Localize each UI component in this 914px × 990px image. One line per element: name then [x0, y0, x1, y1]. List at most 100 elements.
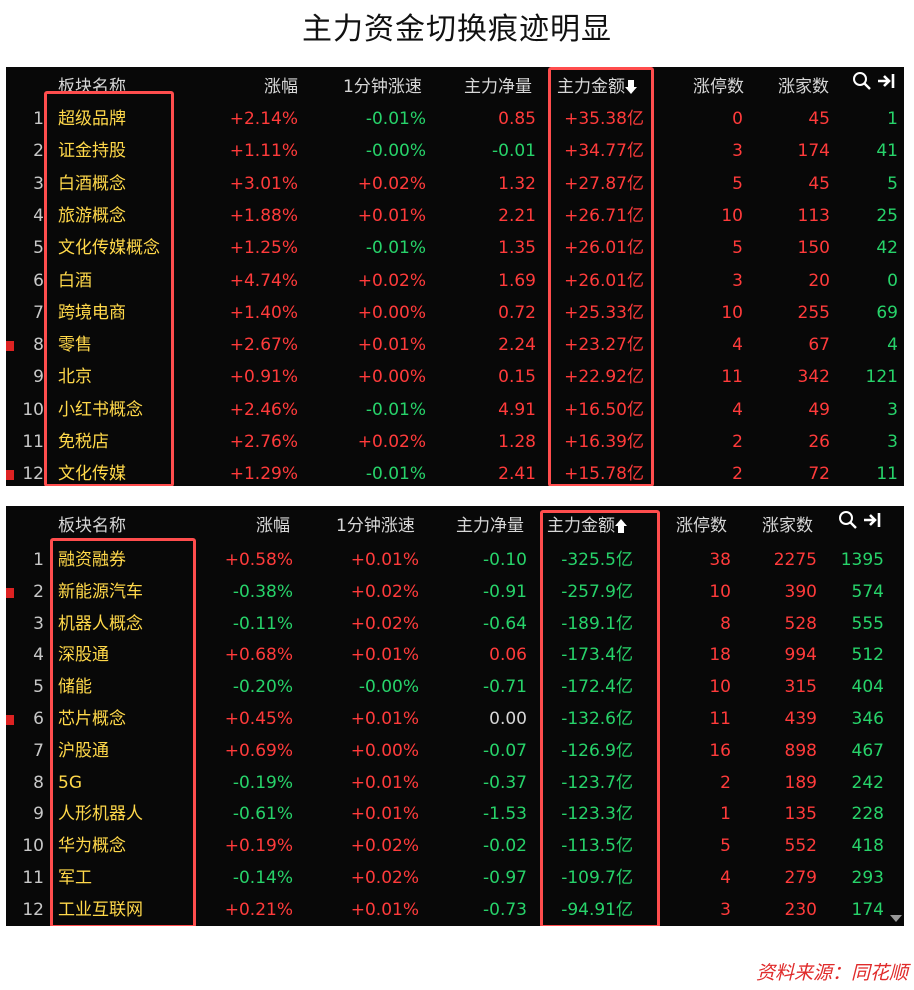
row-index: 5 — [33, 677, 44, 698]
row-index: 1 — [33, 550, 44, 570]
row-index: 12 — [22, 899, 44, 920]
sector-name: 人形机器人 — [58, 804, 143, 825]
header-main-amount[interactable]: 主力金额 — [547, 511, 627, 536]
limit-up-count: 4 — [732, 399, 743, 420]
header-rising[interactable]: 涨家数 — [762, 511, 813, 536]
table-row[interactable]: 12 工业互联网 +0.21% +0.01% -0.73 -94.91亿 3 230 174 — [6, 894, 904, 926]
table-row[interactable]: 2 新能源汽车 -0.38% +0.02% -0.91 -257.9亿 10 390 574 — [6, 576, 904, 608]
sort-up-icon — [615, 519, 627, 533]
table-row[interactable]: 3 机器人概念 -0.11% +0.02% -0.64 -189.1亿 8 528 555 — [6, 608, 904, 640]
speed-value: +0.01% — [357, 205, 426, 226]
limit-up-count: 5 — [732, 238, 743, 259]
table-row[interactable]: 8 5G -0.19% +0.01% -0.37 -123.7亿 2 189 242 — [6, 767, 904, 799]
header-speed[interactable]: 1分钟涨速 — [343, 72, 422, 97]
table-row[interactable]: 12 文化传媒 +1.29% -0.01% 2.41 +15.78亿 2 72 11 — [6, 458, 904, 486]
change-value: -0.19% — [232, 772, 293, 793]
sector-name: 文化传媒 — [58, 464, 126, 485]
change-value: -0.61% — [232, 804, 293, 825]
table-row[interactable]: 8 零售 +2.67% +0.01% 2.24 +23.27亿 4 67 4 — [6, 329, 904, 361]
rising-count: 528 — [784, 613, 817, 634]
main-amount-value: -123.3亿 — [561, 804, 633, 825]
header-change[interactable]: 涨幅 — [256, 511, 290, 536]
limit-up-count: 11 — [721, 367, 743, 388]
table-row[interactable]: 2 证金持股 +1.11% -0.00% -0.01 +34.77亿 3 174 41 — [6, 135, 904, 167]
table-row[interactable]: 11 军工 -0.14% +0.02% -0.97 -109.7亿 4 279 293 — [6, 862, 904, 894]
table-row[interactable]: 4 深股通 +0.68% +0.01% 0.06 -173.4亿 18 994 512 — [6, 639, 904, 671]
header-sector-name[interactable]: 板块名称 — [58, 511, 126, 536]
table-row[interactable]: 6 白酒 +4.74% +0.02% 1.69 +26.01亿 3 20 0 — [6, 265, 904, 297]
main-amount-value: -94.91亿 — [561, 899, 633, 920]
speed-value: -0.00% — [365, 141, 426, 162]
main-amount-value: -126.9亿 — [561, 740, 633, 761]
header-limit-up[interactable]: 涨停数 — [693, 72, 744, 97]
header-main-amount[interactable]: 主力金额 — [557, 72, 637, 97]
falling-count: 25 — [876, 205, 898, 226]
table-row[interactable]: 9 北京 +0.91% +0.00% 0.15 +22.92亿 11 342 121 — [6, 361, 904, 393]
search-icon[interactable] — [838, 510, 858, 530]
speed-value: +0.00% — [357, 367, 426, 388]
main-net-value: -0.07 — [483, 740, 527, 761]
header-change[interactable]: 涨幅 — [264, 72, 298, 97]
rising-count: 113 — [797, 205, 830, 226]
main-amount-value: +26.01亿 — [564, 238, 644, 259]
expand-columns-icon[interactable] — [876, 71, 896, 91]
row-index: 5 — [33, 238, 44, 259]
limit-up-count: 3 — [732, 141, 743, 162]
table-row[interactable]: 9 人形机器人 -0.61% +0.01% -1.53 -123.3亿 1 135 228 — [6, 798, 904, 830]
table-header: 板块名称 涨幅 1分钟涨速 主力净量 主力金额 涨停数 涨家数 — [6, 506, 904, 536]
limit-up-count: 16 — [709, 740, 731, 761]
table-row[interactable]: 3 白酒概念 +3.01% +0.02% 1.32 +27.87亿 5 45 5 — [6, 168, 904, 200]
limit-up-count: 2 — [720, 772, 731, 793]
limit-up-count: 10 — [721, 302, 743, 323]
main-net-value: 0.85 — [498, 109, 536, 129]
rising-count: 439 — [784, 709, 817, 729]
table-row[interactable]: 1 融资融券 +0.58% +0.01% -0.10 -325.5亿 38 2275 1395 — [6, 544, 904, 576]
rising-count: 45 — [808, 173, 830, 194]
sector-name: 北京 — [58, 367, 92, 388]
header-sector-name[interactable]: 板块名称 — [58, 72, 126, 97]
sector-name: 超级品牌 — [58, 109, 126, 129]
table-row[interactable]: 10 小红书概念 +2.46% -0.01% 4.91 +16.50亿 4 49 3 — [6, 394, 904, 426]
rising-count: 45 — [808, 109, 830, 129]
header-main-net[interactable]: 主力净量 — [456, 511, 524, 536]
main-amount-value: -123.7亿 — [561, 772, 633, 793]
search-icon[interactable] — [852, 71, 872, 91]
table-row[interactable]: 5 储能 -0.20% -0.00% -0.71 -172.4亿 10 315 404 — [6, 671, 904, 703]
table-row[interactable]: 10 华为概念 +0.19% +0.02% -0.02 -113.5亿 5 552 418 — [6, 830, 904, 862]
table-row[interactable]: 7 沪股通 +0.69% +0.00% -0.07 -126.9亿 16 898 467 — [6, 735, 904, 767]
page-title: 主力资金切换痕迹明显 — [302, 12, 612, 47]
limit-up-count: 18 — [709, 645, 731, 666]
row-index: 8 — [33, 335, 44, 356]
rising-count: 72 — [808, 464, 830, 485]
main-net-value: -0.91 — [483, 581, 527, 602]
header-main-net[interactable]: 主力净量 — [464, 72, 532, 97]
rising-count: 255 — [797, 302, 830, 323]
header-speed[interactable]: 1分钟涨速 — [336, 511, 415, 536]
falling-count: 555 — [851, 613, 884, 634]
sector-name: 工业互联网 — [58, 899, 143, 920]
change-value: +3.01% — [229, 173, 298, 194]
table-row[interactable]: 5 文化传媒概念 +1.25% -0.01% 1.35 +26.01亿 5 150 42 — [6, 232, 904, 264]
header-limit-up[interactable]: 涨停数 — [676, 511, 727, 536]
expand-columns-icon[interactable] — [862, 510, 882, 530]
speed-value: +0.01% — [350, 772, 419, 793]
main-amount-value: +16.50亿 — [564, 399, 644, 420]
table-row[interactable]: 6 芯片概念 +0.45% +0.01% 0.00 -132.6亿 11 439 346 — [6, 703, 904, 735]
header-rising[interactable]: 涨家数 — [778, 72, 829, 97]
row-index: 11 — [22, 432, 44, 452]
speed-value: +0.02% — [350, 868, 419, 888]
table-row[interactable]: 4 旅游概念 +1.88% +0.01% 2.21 +26.71亿 10 113 25 — [6, 200, 904, 232]
table-row[interactable]: 1 超级品牌 +2.14% -0.01% 0.85 +35.38亿 0 45 1 — [6, 103, 904, 135]
main-net-value: -0.64 — [483, 613, 527, 634]
scroll-down-icon[interactable] — [890, 915, 902, 922]
table-row[interactable]: 7 跨境电商 +1.40% +0.00% 0.72 +25.33亿 10 255 69 — [6, 297, 904, 329]
table-row[interactable]: 11 免税店 +2.76% +0.02% 1.28 +16.39亿 2 26 3 — [6, 426, 904, 458]
limit-up-count: 2 — [732, 464, 743, 485]
falling-count: 1 — [887, 109, 898, 129]
rising-count: 552 — [784, 836, 817, 857]
limit-up-count: 2 — [732, 432, 743, 452]
main-net-value: -0.01 — [492, 141, 536, 162]
main-amount-value: -172.4亿 — [561, 677, 633, 698]
change-value: +2.76% — [229, 432, 298, 452]
main-net-value: 2.41 — [498, 464, 536, 485]
